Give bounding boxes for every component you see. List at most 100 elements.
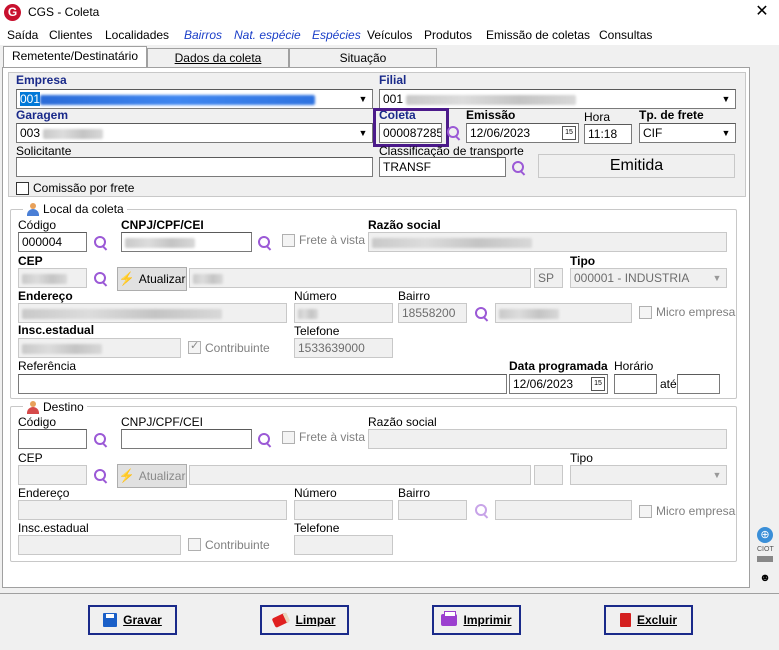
lc-insc-input[interactable] <box>18 338 181 358</box>
lc-codigo-input[interactable]: 000004 <box>18 232 87 252</box>
dest-cidade-input[interactable] <box>189 465 531 485</box>
tab-dados-coleta[interactable]: Dados da coleta <box>147 48 289 69</box>
chevron-down-icon[interactable]: ▼ <box>718 91 734 107</box>
menu-veiculos[interactable]: Veículos <box>367 28 412 42</box>
destino-title-text: Destino <box>43 400 84 414</box>
search-icon[interactable] <box>446 125 462 141</box>
lc-frete-vista-checkbox[interactable] <box>282 234 295 247</box>
lc-razao-input[interactable] <box>368 232 727 252</box>
lc-referencia-input[interactable] <box>18 374 507 394</box>
dest-codigo-input[interactable] <box>18 429 87 449</box>
gravar-button[interactable]: Gravar <box>88 605 177 635</box>
tab-remetente-destinatario[interactable]: Remetente/Destinatário <box>3 46 147 69</box>
calendar-icon[interactable]: 15 <box>562 126 576 140</box>
lc-cidade-input[interactable] <box>189 268 531 288</box>
imprimir-button[interactable]: Imprimir <box>432 605 521 635</box>
lc-contribuinte-checkbox[interactable] <box>188 339 201 354</box>
lc-numero-input[interactable] <box>294 303 393 323</box>
dest-bairro-code-input[interactable] <box>398 500 467 520</box>
search-icon[interactable] <box>474 306 490 322</box>
globe-icon[interactable]: ⊕ <box>757 527 773 543</box>
hora-input[interactable]: 11:18 <box>584 124 632 144</box>
lc-horario-start-input[interactable] <box>614 374 657 394</box>
calendar-icon[interactable]: 15 <box>591 377 605 391</box>
solicitante-input[interactable] <box>16 157 373 177</box>
search-icon[interactable] <box>93 468 109 484</box>
classificacao-input[interactable]: TRANSF <box>379 157 506 177</box>
chevron-down-icon[interactable]: ▼ <box>355 91 371 107</box>
excluir-button[interactable]: Excluir <box>604 605 693 635</box>
dest-cep-input[interactable] <box>18 465 87 485</box>
dest-endereco-input[interactable] <box>18 500 287 520</box>
dest-micro-checkbox[interactable] <box>639 505 652 518</box>
tp-frete-select[interactable]: CIF ▼ <box>639 123 736 143</box>
person-wrench-icon[interactable]: ☻ <box>757 570 773 586</box>
menu-localidades[interactable]: Localidades <box>105 28 169 42</box>
dest-insc-input[interactable] <box>18 535 181 555</box>
lc-cnpj-input[interactable] <box>121 232 252 252</box>
lc-uf-input[interactable]: SP <box>534 268 563 288</box>
dest-uf-input[interactable] <box>534 465 563 485</box>
lc-endereco-input[interactable] <box>18 303 287 323</box>
lc-endereco-label: Endereço <box>18 289 73 303</box>
limpar-button[interactable]: Limpar <box>260 605 349 635</box>
dest-razao-input[interactable] <box>368 429 727 449</box>
dest-numero-input[interactable] <box>294 500 393 520</box>
menu-produtos[interactable]: Produtos <box>424 28 472 42</box>
destino-title: Destino <box>23 400 87 414</box>
lc-horario-end-input[interactable] <box>677 374 720 394</box>
menu-emissao-coletas[interactable]: Emissão de coletas <box>486 28 590 42</box>
menu-nat-especie[interactable]: Nat. espécie <box>234 28 301 42</box>
filial-value: 001 <box>383 92 404 106</box>
menu-especies[interactable]: Espécies <box>312 28 361 42</box>
lc-bairro-code-input[interactable]: 18558200 <box>398 303 467 323</box>
dest-frete-vista-checkbox[interactable] <box>282 431 295 444</box>
lightning-icon: ⚡ <box>118 468 135 483</box>
limpar-label: Limpar <box>295 613 336 627</box>
dest-cnpj-input[interactable] <box>121 429 252 449</box>
garagem-label: Garagem <box>16 108 69 122</box>
chevron-down-icon[interactable]: ▼ <box>355 125 371 141</box>
search-icon[interactable] <box>93 235 109 251</box>
menu-bairros[interactable]: Bairros <box>184 28 222 42</box>
save-icon <box>103 613 118 627</box>
menu-clientes[interactable]: Clientes <box>49 28 92 42</box>
tab-situacao[interactable]: Situação <box>289 48 437 69</box>
filial-select[interactable]: 001 ▼ <box>379 89 736 109</box>
lc-cep-input[interactable] <box>18 268 87 288</box>
menu-consultas[interactable]: Consultas <box>599 28 652 42</box>
lc-bairro-name-input[interactable] <box>495 303 632 323</box>
search-icon[interactable] <box>474 503 490 519</box>
garagem-select[interactable]: 003 ▼ <box>16 123 373 143</box>
menu-saida[interactable]: Saída <box>7 28 38 42</box>
lc-atualizar-button[interactable]: ⚡ Atualizar <box>117 267 187 291</box>
lc-telefone-input[interactable]: 1533639000 <box>294 338 393 358</box>
ciot-icon[interactable]: CIOT <box>757 545 774 562</box>
search-icon[interactable] <box>257 235 273 251</box>
coleta-highlight-frame <box>373 108 449 147</box>
dest-contribuinte-checkbox[interactable] <box>188 538 201 551</box>
search-icon[interactable] <box>93 432 109 448</box>
comissao-checkbox[interactable] <box>16 182 29 195</box>
dest-telefone-input[interactable] <box>294 535 393 555</box>
chevron-down-icon[interactable]: ▼ <box>709 467 725 483</box>
chevron-down-icon[interactable]: ▼ <box>709 270 725 286</box>
ciot-label: CIOT <box>757 546 774 553</box>
close-icon[interactable]: ✕ <box>750 2 774 22</box>
chevron-down-icon[interactable]: ▼ <box>718 125 734 141</box>
dest-tipo-select[interactable]: ▼ <box>570 465 727 485</box>
empresa-select[interactable]: 001 ▼ <box>16 89 373 109</box>
person-icon <box>26 400 40 414</box>
dest-bairro-name-input[interactable] <box>495 500 632 520</box>
emissao-date-input[interactable]: 12/06/2023 15 <box>466 123 579 143</box>
search-icon[interactable] <box>511 160 527 176</box>
lc-cnpj-label: CNPJ/CPF/CEI <box>121 218 204 232</box>
search-icon[interactable] <box>257 432 273 448</box>
lc-micro-checkbox[interactable] <box>639 306 652 319</box>
dest-atualizar-button[interactable]: ⚡ Atualizar <box>117 464 187 488</box>
lc-data-prog-input[interactable]: 12/06/2023 15 <box>509 374 608 394</box>
bottom-divider <box>0 593 779 594</box>
search-icon[interactable] <box>93 271 109 287</box>
lightning-icon: ⚡ <box>118 271 135 286</box>
lc-tipo-select[interactable]: 000001 - INDUSTRIA ▼ <box>570 268 727 288</box>
